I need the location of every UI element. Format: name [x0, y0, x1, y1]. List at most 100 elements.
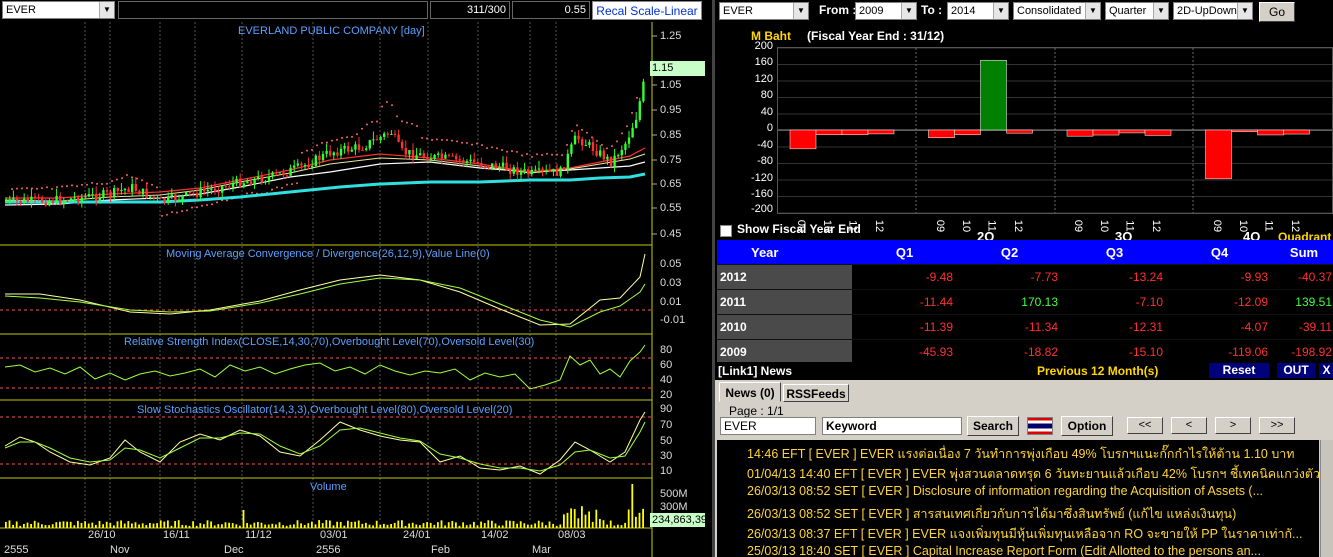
date-label: 26/10: [88, 529, 116, 541]
volume-bar: [491, 520, 493, 528]
volume-bar: [296, 520, 299, 528]
candle-body: [275, 172, 278, 174]
fin-y-tick: 120: [754, 73, 773, 85]
candle-body: [368, 140, 371, 149]
candle-body: [285, 175, 289, 177]
sar-dot: [541, 153, 543, 156]
volume-bar: [595, 509, 598, 528]
close-button[interactable]: X: [1319, 363, 1333, 378]
sar-dot: [31, 187, 33, 190]
sar-dot: [331, 139, 333, 142]
candle-body: [559, 167, 562, 176]
sar-dot: [546, 152, 548, 155]
volume-bar: [329, 520, 331, 528]
nav-next-button[interactable]: >: [1215, 417, 1251, 434]
header-q2: Q2: [957, 240, 1062, 265]
volume-bar: [318, 520, 320, 528]
sar-dot: [576, 124, 578, 127]
fin-symbol-select[interactable]: EVER ▼: [719, 2, 809, 20]
out-button[interactable]: OUT: [1277, 363, 1315, 378]
fin-x-tick: 10: [959, 219, 972, 233]
sar-dot: [36, 187, 38, 190]
candle-body: [534, 169, 537, 171]
sar-dot: [511, 149, 513, 152]
sar-dot: [466, 141, 468, 144]
tab-rss[interactable]: RSSFeeds: [783, 384, 849, 402]
candle-body: [563, 167, 566, 170]
to-year-select[interactable]: 2014 ▼: [947, 2, 1009, 20]
candle-body: [152, 196, 155, 199]
show-fiscal-checkbox[interactable]: [720, 225, 732, 237]
fin-x-tick: 12: [1150, 219, 1163, 233]
candle-body: [545, 170, 548, 172]
tab-news[interactable]: News (0): [719, 382, 781, 402]
recal-scale-button[interactable]: Recal Scale-Linear: [592, 1, 702, 20]
volume-bar: [33, 520, 36, 528]
option-button[interactable]: Option: [1061, 416, 1113, 436]
candle-body: [242, 183, 245, 188]
sum-cell: -40.37: [1272, 264, 1333, 290]
news-item[interactable]: 01/04/13 14:40 EFT [ EVER ] EVER พุ่งสวน…: [747, 464, 1319, 484]
candle-body: [51, 200, 55, 204]
candle-body: [462, 160, 465, 163]
candle-body: [80, 197, 83, 203]
candle-body: [318, 155, 321, 161]
candle-body: [138, 190, 141, 195]
search-button[interactable]: Search: [967, 416, 1019, 436]
reset-button[interactable]: Reset: [1209, 363, 1269, 378]
news-item[interactable]: 26/03/13 08:37 EFT [ EVER ] EVER แจงเพิ่…: [747, 524, 1302, 544]
sar-dot: [161, 214, 163, 217]
nav-first-button[interactable]: <<: [1127, 417, 1163, 434]
nav-last-button[interactable]: >>: [1259, 417, 1295, 434]
candle-body: [519, 170, 523, 175]
candle-body: [163, 198, 166, 203]
keyword-input[interactable]: Keyword: [822, 417, 962, 435]
sar-dot: [196, 206, 198, 209]
candle-body: [588, 142, 591, 146]
sar-dot: [21, 187, 23, 190]
thai-flag-icon[interactable]: [1027, 417, 1053, 435]
price-tick: 1.25: [660, 30, 682, 42]
sar-dot: [501, 148, 503, 151]
sar-dot: [491, 146, 493, 149]
candle-body: [429, 158, 433, 161]
financial-chart[interactable]: [777, 47, 1333, 214]
period-select[interactable]: Quarter ▼: [1105, 2, 1169, 20]
sar-dot: [246, 192, 248, 195]
sar-dot: [141, 179, 143, 182]
from-year-select[interactable]: 2009 ▼: [855, 2, 917, 20]
news-item[interactable]: 26/03/13 08:52 SET [ EVER ] สารสนเทศเกี่…: [747, 504, 1236, 524]
price-tick: 0.85: [660, 129, 682, 141]
nav-prev-button[interactable]: <: [1171, 417, 1207, 434]
news-item[interactable]: 25/03/13 18:40 SET [ EVER ] Capital Incr…: [747, 544, 1261, 557]
sar-dot: [351, 135, 353, 138]
statement-type-select[interactable]: Consolidated ▼: [1013, 2, 1101, 20]
volume-bar: [192, 521, 194, 528]
candle-body: [573, 135, 577, 145]
candle-body: [30, 196, 33, 202]
news-item[interactable]: 14:46 EFT [ EVER ] EVER แรงต่อเนื่อง 7 ว…: [747, 444, 1295, 464]
sar-dot: [476, 142, 478, 145]
candle-body: [613, 155, 616, 167]
chart-symbol-select[interactable]: EVER ▼: [2, 1, 115, 19]
candle-body: [113, 188, 116, 197]
view-select[interactable]: 2D-UpDown ▼: [1173, 2, 1253, 20]
macd-tick: -0.01: [660, 314, 686, 326]
candle-body: [282, 172, 285, 176]
candle-body: [606, 156, 609, 160]
candle-body: [458, 159, 461, 161]
candle-body: [177, 199, 181, 201]
candle-body: [404, 148, 407, 155]
price-chart[interactable]: [0, 22, 705, 557]
sar-dot: [471, 143, 473, 146]
volume-tick: 500M: [660, 488, 688, 500]
candle-body: [509, 170, 512, 174]
news-scrollbar[interactable]: [1320, 440, 1333, 557]
sar-dot: [86, 183, 88, 186]
candle-body: [188, 191, 191, 193]
sar-dot: [526, 153, 528, 156]
volume-bar: [451, 521, 454, 528]
news-symbol-input[interactable]: EVER: [720, 417, 816, 435]
go-button[interactable]: Go: [1259, 2, 1295, 22]
news-item[interactable]: 26/03/13 08:52 SET [ EVER ] Disclosure o…: [747, 484, 1263, 498]
